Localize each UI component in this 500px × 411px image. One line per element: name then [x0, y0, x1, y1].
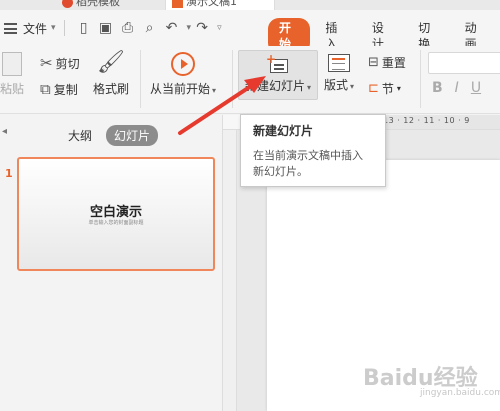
docer-logo-icon — [62, 0, 73, 8]
copy-icon: ⧉ — [40, 80, 51, 98]
reset-label: 重置 — [381, 56, 406, 70]
reset-icon: ⊟ — [368, 55, 379, 70]
thumbnail-subtitle: 单击输入您的封面副标题 — [88, 220, 144, 226]
save-icon[interactable]: ▣ — [95, 17, 117, 39]
divider — [232, 50, 233, 108]
redo-icon[interactable]: ↷ — [191, 17, 213, 39]
quick-access-dropdown-icon[interactable]: ▿ — [217, 23, 222, 33]
new-slide-button[interactable]: + 新建幻灯片 ▾ — [238, 50, 318, 100]
divider — [140, 50, 141, 108]
watermark-url: jingyan.baidu.com — [420, 388, 500, 398]
paste-button[interactable]: 粘贴 — [0, 52, 24, 97]
vertical-ruler — [223, 130, 237, 411]
menu-bar: 文件 ▾ ▯ ▣ ⎙ ⌕ ↶ ▾ ↷ ▿ 开始 插入 设计 切换 动画 — [0, 10, 500, 54]
print-preview-icon[interactable]: ⌕ — [139, 17, 161, 39]
chevron-down-icon: ▾ — [396, 84, 401, 93]
tab-outline[interactable]: 大纲 — [60, 125, 100, 146]
ribbon: 粘贴 ✂ 剪切 ⧉ 复制 🖌 格式刷 从当前开始 ▾ + 新建幻灯片 ▾ 版式 ▾ ⊟… — [0, 46, 500, 114]
file-menu[interactable]: 文件 ▾ — [4, 20, 56, 37]
cut-button[interactable]: ✂ 剪切 — [40, 54, 80, 72]
section-icon: ⊏ — [368, 81, 379, 96]
slide-thumbnail[interactable]: 空白演示 单击输入您的封面副标题 — [17, 157, 215, 271]
divider — [420, 50, 421, 108]
file-menu-label: 文件 — [23, 21, 48, 36]
layout-button[interactable]: 版式 ▾ — [324, 54, 354, 93]
collapse-panel-icon[interactable]: ◂ — [2, 126, 7, 137]
chevron-down-icon: ▾ — [307, 83, 312, 92]
slide-navigation-panel: ◂ 大纲 幻灯片 1 空白演示 单击输入您的封面副标题 — [0, 115, 223, 411]
divider — [63, 20, 65, 36]
font-style-group: B I U — [432, 80, 493, 96]
copy-button[interactable]: ⧉ 复制 — [40, 80, 78, 98]
tooltip-title: 新建幻灯片 — [253, 124, 314, 138]
document-tab-strip: 稻壳模板 演示文稿1 — [0, 0, 500, 10]
doc-tab-label: 演示文稿1 — [186, 0, 237, 8]
play-from-current-button[interactable]: 从当前开始 ▾ — [150, 52, 216, 97]
new-slide-icon: + — [266, 52, 289, 73]
new-document-icon[interactable]: ▯ — [73, 17, 95, 39]
doc-tab-templates[interactable]: 稻壳模板 — [62, 0, 120, 10]
bold-button[interactable]: B — [432, 80, 443, 96]
paste-label: 粘贴 — [0, 82, 25, 96]
chevron-down-icon: ▾ — [212, 86, 217, 95]
doc-tab-presentation[interactable]: 演示文稿1 — [165, 0, 275, 10]
section-label: 节 — [381, 82, 394, 96]
doc-tab-label: 稻壳模板 — [76, 0, 120, 8]
new-slide-label: 新建幻灯片 — [244, 79, 305, 93]
presentation-file-icon — [172, 0, 183, 8]
layout-icon — [328, 54, 351, 72]
paintbrush-icon: 🖌 — [97, 50, 125, 75]
tooltip-description: 在当前演示文稿中插入新幻灯片。 — [253, 149, 363, 178]
chevron-down-icon: ▾ — [350, 82, 355, 91]
ruler-marks: 13 · 12 · 11 · 10 · 9 — [383, 116, 470, 125]
tab-slides[interactable]: 幻灯片 — [106, 125, 159, 146]
format-painter-label: 格式刷 — [93, 82, 130, 96]
play-from-current-label: 从当前开始 — [150, 82, 211, 96]
print-icon[interactable]: ⎙ — [117, 17, 139, 39]
undo-icon[interactable]: ↶ — [161, 17, 183, 39]
new-slide-tooltip: 新建幻灯片 在当前演示文稿中插入新幻灯片。 — [240, 114, 386, 187]
clipboard-icon — [2, 52, 22, 76]
layout-label: 版式 — [324, 78, 349, 92]
font-name-combobox[interactable] — [428, 52, 500, 74]
play-icon — [171, 52, 196, 76]
underline-button[interactable]: U — [471, 80, 481, 96]
scissors-icon: ✂ — [40, 54, 53, 72]
section-button[interactable]: ⊏ 节 ▾ — [368, 80, 401, 97]
italic-button[interactable]: I — [455, 80, 459, 96]
chevron-down-icon: ▾ — [51, 23, 56, 33]
thumbnail-title: 空白演示 — [89, 205, 142, 220]
cut-label: 剪切 — [55, 56, 80, 71]
reset-button[interactable]: ⊟ 重置 — [368, 54, 406, 71]
format-painter-button[interactable]: 🖌 格式刷 — [93, 50, 129, 97]
copy-label: 复制 — [53, 82, 78, 97]
hamburger-icon — [4, 22, 17, 34]
slide-number: 1 — [5, 167, 13, 180]
